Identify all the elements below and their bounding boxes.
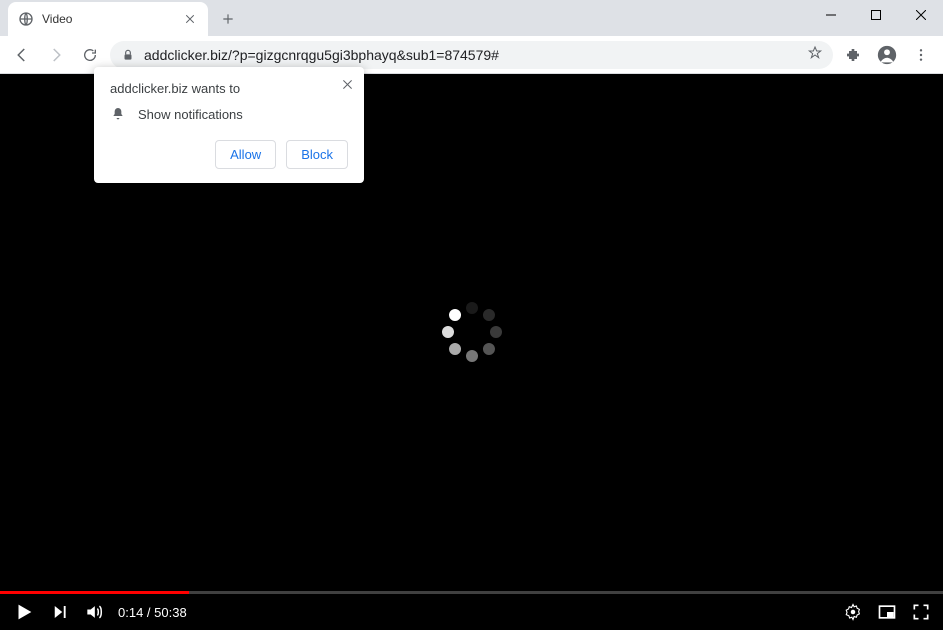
video-controls: 0:14 / 50:38: [0, 594, 943, 630]
block-button[interactable]: Block: [286, 140, 348, 169]
fullscreen-icon[interactable]: [911, 602, 931, 622]
allow-button[interactable]: Allow: [215, 140, 276, 169]
address-bar[interactable]: addclicker.biz/?p=gizgcnrqgu5gi3bphayq&s…: [110, 41, 833, 69]
loading-spinner-icon: [442, 302, 502, 362]
url-text: addclicker.biz/?p=gizgcnrqgu5gi3bphayq&s…: [144, 47, 799, 63]
globe-icon: [18, 11, 34, 27]
prompt-close-icon[interactable]: [338, 75, 356, 93]
video-time: 0:14 / 50:38: [118, 605, 187, 620]
volume-icon[interactable]: [84, 602, 104, 622]
window-minimize-button[interactable]: [808, 0, 853, 30]
new-tab-button[interactable]: [214, 5, 242, 33]
miniplayer-icon[interactable]: [877, 602, 897, 622]
prompt-permission-text: Show notifications: [138, 107, 243, 122]
tab-close-icon[interactable]: [182, 11, 198, 27]
time-total: 50:38: [154, 605, 187, 620]
window-maximize-button[interactable]: [853, 0, 898, 30]
site-info-icon[interactable]: [120, 47, 136, 63]
tab-title: Video: [42, 12, 174, 26]
forward-button[interactable]: [42, 41, 70, 69]
bell-icon: [110, 106, 126, 122]
prompt-heading: addclicker.biz wants to: [110, 81, 348, 96]
chrome-menu-icon[interactable]: [907, 41, 935, 69]
back-button[interactable]: [8, 41, 36, 69]
time-current: 0:14: [118, 605, 143, 620]
profile-icon[interactable]: [873, 41, 901, 69]
window-controls: [808, 0, 943, 30]
extensions-icon[interactable]: [839, 41, 867, 69]
notification-prompt: addclicker.biz wants to Show notificatio…: [94, 67, 364, 183]
settings-gear-icon[interactable]: [843, 602, 863, 622]
bookmark-star-icon[interactable]: [807, 45, 823, 64]
window-close-button[interactable]: [898, 0, 943, 30]
next-icon[interactable]: [50, 602, 70, 622]
tab-strip: Video: [0, 0, 943, 36]
play-icon[interactable]: [12, 600, 36, 624]
browser-tab[interactable]: Video: [8, 2, 208, 36]
reload-button[interactable]: [76, 41, 104, 69]
